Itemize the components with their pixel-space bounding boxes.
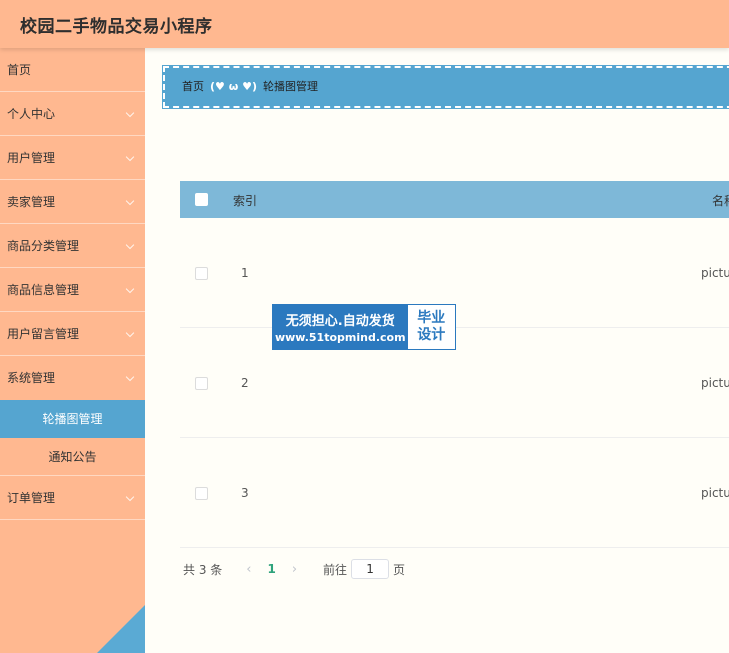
page-number-current[interactable]: 1	[267, 562, 275, 576]
sidebar-subitem-notice[interactable]: 通知公告	[0, 438, 145, 476]
page-unit-label: 页	[393, 562, 406, 577]
column-header-index: 索引	[233, 194, 258, 208]
watermark-tag: 毕业 设计	[407, 305, 455, 349]
top-bar: 校园二手物品交易小程序	[0, 0, 729, 48]
row-name: picture3	[701, 486, 729, 500]
chevron-down-icon	[125, 152, 135, 162]
app-title: 校园二手物品交易小程序	[20, 17, 213, 37]
chevron-down-icon	[125, 284, 135, 294]
next-page-icon[interactable]: ›	[292, 562, 297, 577]
breadcrumb-current: 轮播图管理	[263, 80, 318, 93]
goto-label: 前往	[323, 562, 348, 577]
select-all-checkbox[interactable]	[195, 193, 208, 206]
sidebar-item-categories[interactable]: 商品分类管理	[0, 224, 145, 268]
chevron-down-icon	[125, 328, 135, 338]
row-checkbox[interactable]	[195, 377, 208, 390]
sidebar: 首页 个人中心 用户管理 卖家管理 商品分类管理 商品信息管理 用户留言管理 系…	[0, 48, 145, 653]
sidebar-item-products[interactable]: 商品信息管理	[0, 268, 145, 312]
row-name: picture2	[701, 376, 729, 390]
breadcrumb: 首页 (♥ ω ♥) 轮播图管理	[162, 65, 729, 109]
watermark-url: www.51topmind.com	[274, 331, 406, 344]
chevron-down-icon	[125, 196, 135, 206]
table-header: 索引 名称	[180, 181, 729, 218]
row-index: 3	[241, 486, 249, 500]
sidebar-corner-decoration	[97, 605, 145, 653]
watermark-text-block: 无须担心.自动发货 www.51topmind.com	[273, 305, 408, 349]
chevron-down-icon	[125, 492, 135, 502]
breadcrumb-home[interactable]: 首页	[182, 80, 204, 93]
sidebar-item-profile[interactable]: 个人中心	[0, 92, 145, 136]
row-index: 2	[241, 376, 249, 390]
column-header-name: 名称	[712, 194, 729, 208]
watermark-slogan: 无须担心.自动发货	[285, 314, 395, 329]
row-index: 1	[241, 266, 249, 280]
sidebar-item-sellers[interactable]: 卖家管理	[0, 180, 145, 224]
row-checkbox[interactable]	[195, 487, 208, 500]
row-checkbox[interactable]	[195, 267, 208, 280]
prev-page-icon[interactable]: ‹	[246, 562, 251, 577]
pagination: 共 3 条 ‹ 1 › 前往 1 页	[183, 558, 405, 580]
table-row: 3 picture3	[180, 438, 729, 548]
watermark-tag-top: 毕业	[417, 310, 446, 326]
sidebar-item-system[interactable]: 系统管理	[0, 356, 145, 400]
row-name: picture1	[701, 266, 729, 280]
sidebar-subitem-carousel[interactable]: 轮播图管理	[0, 400, 145, 438]
chevron-down-icon	[125, 240, 135, 250]
main-content: 首页 (♥ ω ♥) 轮播图管理 索引 名称 1 picture1 2 pictur…	[145, 48, 729, 653]
pagination-total: 共 3 条	[183, 562, 223, 577]
carousel-table: 索引 名称 1 picture1 2 picture2 3 picture3	[180, 181, 729, 548]
chevron-down-icon	[125, 372, 135, 382]
sidebar-item-users[interactable]: 用户管理	[0, 136, 145, 180]
watermark-tag-bottom: 设计	[417, 327, 446, 343]
watermark-badge: 无须担心.自动发货 www.51topmind.com 毕业 设计	[272, 304, 456, 350]
breadcrumb-separator: (♥ ω ♥)	[210, 80, 257, 93]
goto-page-input[interactable]: 1	[351, 559, 390, 579]
sidebar-item-home[interactable]: 首页	[0, 48, 145, 92]
sidebar-item-orders[interactable]: 订单管理	[0, 476, 145, 520]
chevron-down-icon	[125, 108, 135, 118]
sidebar-item-messages[interactable]: 用户留言管理	[0, 312, 145, 356]
